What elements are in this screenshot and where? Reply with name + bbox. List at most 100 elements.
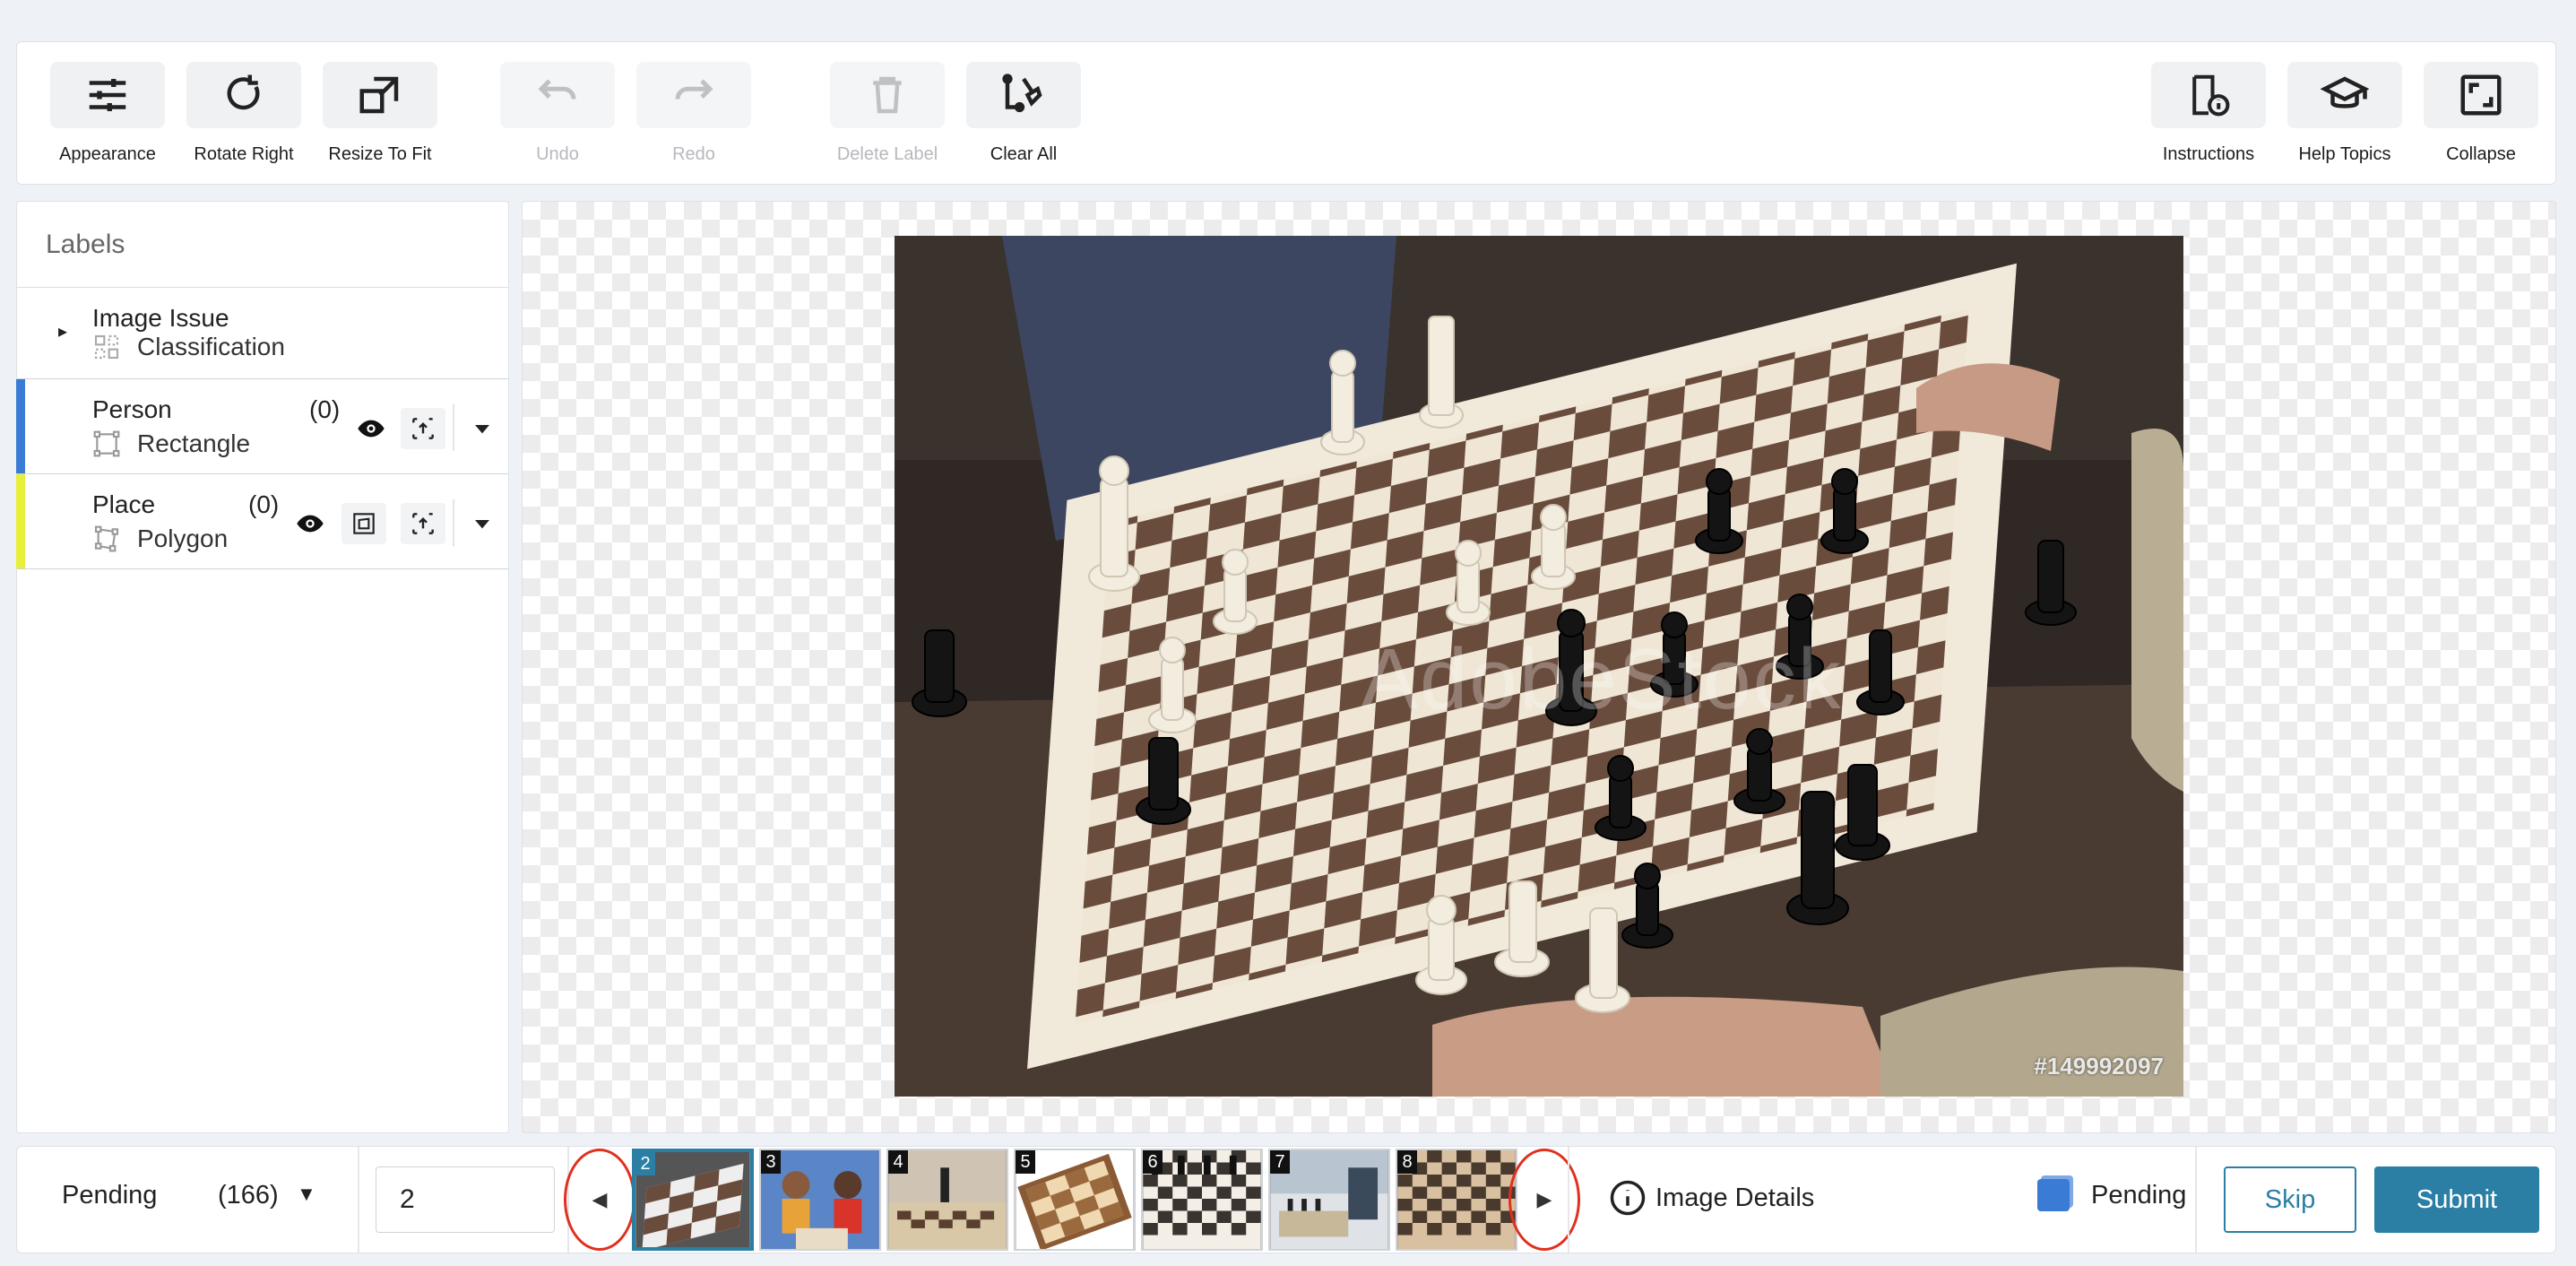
status-filter-count: (166): [218, 1181, 279, 1210]
divider: [453, 404, 454, 451]
label-type-text: Polygon: [137, 525, 229, 552]
chess-photo[interactable]: AdobeStock #149992097: [895, 236, 2183, 1097]
label-row-person[interactable]: Person (0) Rectangle: [16, 379, 508, 474]
share-icon: [412, 418, 434, 439]
divider: [1568, 1147, 1569, 1253]
collapse-label: Collapse: [2446, 144, 2516, 164]
sliders-icon: [89, 79, 126, 111]
skip-button[interactable]: Skip: [2224, 1166, 2356, 1233]
divider: [2195, 1147, 2197, 1253]
image-details-button[interactable]: Image Details: [1609, 1179, 1814, 1217]
divider: [453, 499, 454, 546]
undo-icon: [538, 79, 576, 100]
label-type: Rectangle: [92, 429, 250, 458]
thumbnail-6[interactable]: 6: [1141, 1149, 1263, 1251]
share-label-button[interactable]: [401, 503, 445, 544]
thumbnail-8[interactable]: 8: [1396, 1149, 1517, 1251]
label-type-text: Classification: [137, 333, 285, 360]
label-type: Polygon: [92, 525, 228, 553]
thumbnail-number: 6: [1143, 1150, 1163, 1174]
thumbnail-3[interactable]: 3: [759, 1149, 881, 1251]
status-filter-label: Pending: [62, 1181, 158, 1210]
resize-to-fit-button[interactable]: Resize To Fit: [313, 62, 447, 165]
clear-all-icon: [1002, 74, 1042, 113]
place-color-bar: [16, 474, 25, 568]
label-name: Person: [92, 395, 172, 423]
share-icon: [412, 513, 434, 534]
polygon-mode-button[interactable]: [341, 503, 386, 544]
submit-button[interactable]: Submit: [2374, 1166, 2539, 1233]
label-row-place[interactable]: Place (0) Polygon: [16, 474, 508, 569]
redo-button[interactable]: Redo: [627, 62, 761, 165]
collapse-button[interactable]: Collapse: [2414, 62, 2548, 165]
thumbnail-number: 7: [1270, 1150, 1290, 1174]
collapse-icon: [2460, 74, 2502, 116]
visibility-toggle[interactable]: [349, 408, 393, 449]
stock-id-text: #149992097: [2034, 1053, 2164, 1080]
labels-panel: Labels ▸ Image Issue Classification Pers…: [16, 201, 509, 1133]
label-count: (0): [248, 490, 280, 518]
redo-icon: [675, 79, 713, 100]
eye-icon: [358, 420, 385, 438]
polygon-icon: [353, 513, 375, 534]
help-topics-button[interactable]: Help Topics: [2278, 62, 2412, 165]
thumbnail-number: 2: [635, 1152, 655, 1175]
label-menu-dropdown[interactable]: [460, 408, 505, 449]
thumbnail-5[interactable]: 5: [1014, 1149, 1136, 1251]
clear-all-label: Clear All: [990, 144, 1058, 164]
undo-button[interactable]: Undo: [490, 62, 625, 165]
polygon-type-icon: [94, 525, 119, 552]
thumbnail-7[interactable]: 7: [1268, 1149, 1390, 1251]
thumbnail-number: 3: [761, 1150, 781, 1174]
graduation-cap-icon: [2321, 76, 2369, 108]
classification-icon: [94, 334, 119, 360]
pending-status-icon: [2037, 1179, 2070, 1211]
pending-status-indicator: Pending: [2037, 1179, 2186, 1211]
image-details-label: Image Details: [1655, 1183, 1815, 1212]
info-icon: [1610, 1180, 1646, 1216]
thumbnail-number: 8: [1397, 1150, 1417, 1174]
instructions-label: Instructions: [2162, 144, 2255, 164]
toolbar: Appearance Rotate Right Resize To Fit Un…: [16, 41, 2556, 185]
next-image-button[interactable]: ▶: [1508, 1149, 1580, 1251]
thumbnail-2[interactable]: 2: [632, 1149, 754, 1251]
caret-down-icon: ▼: [297, 1183, 316, 1205]
watermark-text: AdobeStock: [1361, 631, 1843, 727]
delete-label-button[interactable]: Delete Label: [820, 62, 955, 165]
divider: [358, 1147, 359, 1253]
label-menu-dropdown[interactable]: [460, 503, 505, 544]
page-number-input[interactable]: [376, 1166, 555, 1233]
eye-icon: [297, 515, 324, 533]
chevron-left-icon: ◀: [592, 1188, 608, 1210]
share-label-button[interactable]: [401, 408, 445, 449]
bottom-bar: Pending (166) ▼ ◀ 2 3 4 5 6 7 8 ▶ Im: [16, 1146, 2556, 1253]
pending-status-label: Pending: [2091, 1180, 2187, 1210]
appearance-label: Appearance: [59, 144, 156, 164]
thumbnail-4[interactable]: 4: [886, 1149, 1008, 1251]
resize-icon: [359, 76, 399, 114]
chevron-right-icon: ▶: [1536, 1188, 1552, 1210]
rectangle-icon: [93, 430, 120, 457]
undo-label: Undo: [536, 144, 579, 164]
previous-image-button[interactable]: ◀: [564, 1149, 635, 1251]
trash-icon: [873, 76, 902, 114]
delete-label-label: Delete Label: [836, 144, 938, 164]
clear-all-button[interactable]: Clear All: [956, 62, 1091, 165]
label-type-text: Rectangle: [137, 429, 251, 457]
rotate-right-label: Rotate Right: [194, 144, 294, 164]
person-color-bar: [16, 379, 25, 473]
expand-caret-icon[interactable]: ▸: [58, 320, 67, 343]
thumbnail-number: 5: [1016, 1150, 1035, 1174]
caret-down-icon: [475, 425, 489, 434]
label-row-image-issue[interactable]: ▸ Image Issue Classification: [17, 288, 508, 379]
rotate-right-button[interactable]: Rotate Right: [177, 62, 311, 165]
visibility-toggle[interactable]: [288, 503, 333, 544]
label-count: (0): [309, 395, 341, 423]
labels-title: Labels: [17, 202, 508, 288]
thumbnail-number: 4: [888, 1150, 908, 1174]
resize-to-fit-label: Resize To Fit: [328, 144, 432, 164]
redo-label: Redo: [672, 144, 715, 164]
appearance-button[interactable]: Appearance: [40, 62, 175, 165]
label-type: Classification: [92, 333, 285, 361]
instructions-button[interactable]: Instructions: [2141, 62, 2276, 165]
